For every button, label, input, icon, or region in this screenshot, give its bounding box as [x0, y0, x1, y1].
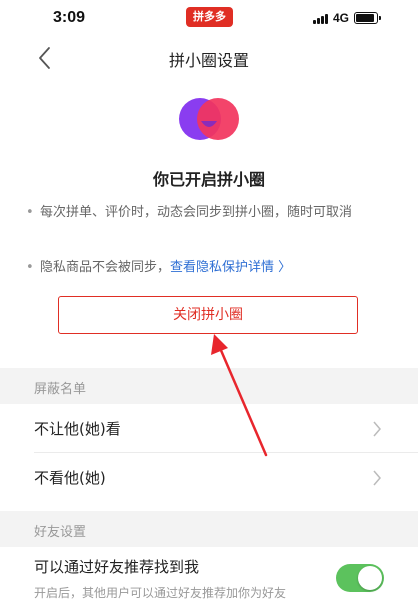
toggle-knob: [358, 566, 382, 590]
section-header-label: 好友设置: [34, 525, 87, 540]
toggle-description: 开启后，其他用户可以通过好友推荐加你为好友: [34, 586, 287, 600]
row-label: 不让他(她)看: [34, 420, 121, 438]
toggle-title: 可以通过好友推荐找到我: [34, 558, 200, 576]
info-bullet-sync: • 每次拼单、评价时，动态会同步到拼小圈，随时可取消: [26, 201, 376, 225]
info-bullet-privacy: • 隐私商品不会被同步，查看隐私保护详情 〉: [26, 260, 292, 275]
app-badge: 拼多多: [186, 7, 233, 27]
section-header-friends: 好友设置: [0, 511, 418, 547]
page-title: 拼小圈设置: [168, 51, 249, 70]
network-label: 4G: [333, 11, 350, 25]
close-pin-circle-button[interactable]: 关闭拼小圈: [58, 296, 358, 334]
section-header-label: 屏蔽名单: [34, 382, 87, 397]
bullet-text: 隐私商品不会被同步，: [40, 260, 171, 275]
signal-icon: [313, 14, 329, 24]
bullet-text: 每次拼单、评价时，动态会同步到拼小圈，随时可取消: [40, 205, 353, 220]
battery-icon: [354, 12, 381, 24]
chevron-right-icon: [373, 470, 381, 486]
chevron-right-icon: [373, 421, 381, 437]
row-label: 不看他(她): [34, 469, 106, 487]
status-time: 3:09: [53, 9, 86, 26]
section-header-blocklist: 屏蔽名单: [0, 368, 418, 404]
nav-bar: 拼小圈设置: [0, 38, 418, 78]
friend-recommend-toggle[interactable]: [336, 564, 384, 592]
privacy-details-link[interactable]: 查看隐私保护详情 〉: [170, 260, 291, 275]
status-bar: 3:09 拼多多 4G: [0, 0, 418, 38]
row-hide-from-them[interactable]: 不让他(她)看: [0, 404, 418, 452]
pin-circle-logo-icon: [179, 98, 239, 140]
row-dont-see-them[interactable]: 不看他(她): [0, 453, 418, 501]
status-heading: 你已开启拼小圈: [152, 170, 265, 189]
